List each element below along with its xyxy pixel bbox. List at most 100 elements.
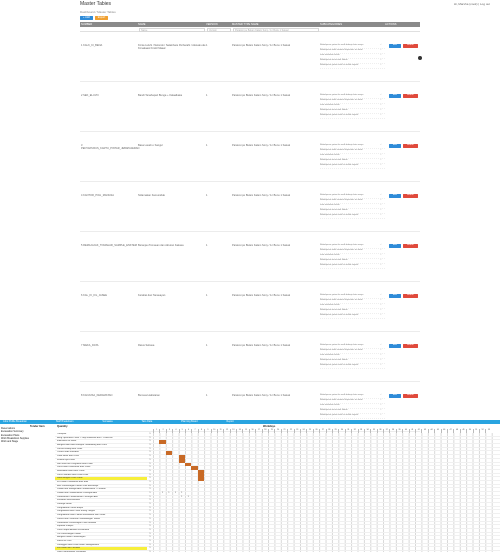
edit-button[interactable]: Edit — [389, 244, 401, 248]
delete-button[interactable]: Delete — [402, 194, 418, 198]
check-icon: ✓ — [380, 414, 382, 416]
subcategory-label: Rebahpesa yetaxi ke walk babaja kata emy… — [320, 244, 364, 246]
gantt-grid[interactable] — [153, 473, 498, 478]
subcategory-label: Rebahpesa yetaxi wak ke walka nayedi — [320, 164, 359, 166]
add-button[interactable]: + Add — [80, 16, 93, 20]
check-icon: ✓ — [380, 399, 382, 401]
user-info[interactable]: Hi, Marsha (cook) | Log out — [454, 2, 490, 6]
band-item-2[interactable]: Sumaasa — [99, 420, 112, 424]
row-version: 1 — [206, 194, 208, 197]
delete-button[interactable]: Delete — [402, 44, 418, 48]
gantt-grid[interactable] — [153, 433, 498, 436]
breadcrumb[interactable]: Dashboard / Master Tables — [80, 10, 116, 14]
gantt-grid[interactable] — [153, 455, 498, 459]
row-master-type: Paratoxi pe Bulam Kalam Sony / A / Bunu … — [232, 94, 290, 97]
gantt-grid[interactable] — [153, 462, 498, 467]
edit-button[interactable]: Edit — [389, 194, 401, 198]
row-master-type: Paratoxi pe Bulam Kalam Sony / A / Bunu … — [232, 194, 290, 197]
subcategory-label: Rebahpesa yetaxi wak ke walka nayedi — [320, 114, 359, 116]
row-name: Kerabat dan Tanasayan — [138, 294, 166, 297]
gantt-grid[interactable] — [153, 521, 498, 525]
left-list-item[interactable]: Work and Stage — [1, 440, 29, 443]
edit-button[interactable]: Edit — [389, 344, 401, 348]
gantt-grid[interactable] — [153, 466, 498, 470]
band-item-4[interactable]: Planning Board — [178, 420, 197, 424]
gantt-grid[interactable] — [153, 543, 498, 547]
table-row[interactable]: 2 SEK_ELUVN Bandi Tanahapari Bunga + Kala… — [80, 82, 420, 132]
delete-button[interactable]: Delete — [402, 294, 418, 298]
gantt-grid[interactable]: 11 — [153, 495, 498, 499]
gantt-grid[interactable] — [153, 480, 498, 484]
gantt-grid[interactable] — [153, 484, 498, 488]
band-item-5[interactable]: Report — [224, 420, 234, 424]
check-icon: ✓ — [380, 214, 382, 216]
gantt-grid[interactable] — [153, 477, 498, 481]
row-name: Kimia Luluhi / Nelonsk / Salainbare Perb… — [138, 44, 206, 50]
table-row[interactable]: 3 PENYAPURUS_KARTU_PINTAR_JEBAPAJERAN Bas… — [80, 132, 420, 182]
edit-button[interactable]: Edit — [389, 144, 401, 148]
check-icon: ✓ — [380, 164, 382, 166]
subcategory-label: Rebahpesa yetaxi wak ke walka nayedi — [320, 214, 359, 216]
subcategory-label: Rebahpesa mura wak lilarak — [320, 309, 348, 311]
version-filter-input[interactable]: Version — [207, 27, 231, 32]
edit-button[interactable]: Edit — [389, 44, 401, 48]
gantt-grid[interactable] — [153, 510, 498, 514]
gantt-grid[interactable] — [153, 528, 498, 532]
edit-button[interactable]: Edit — [389, 294, 401, 298]
gantt-grid[interactable] — [153, 532, 498, 536]
gantt-grid[interactable] — [153, 525, 498, 528]
delete-button[interactable]: Delete — [402, 394, 418, 398]
gantt-task-label: Kapatan Kumpul — [57, 525, 74, 528]
scroll-indicator[interactable] — [418, 56, 422, 60]
row-version: 1 — [206, 44, 208, 47]
gantt-grid[interactable] — [153, 547, 498, 550]
table-row[interactable]: 4 KANTOR_POLI_MANGSA Sidamakan Kamurahak 1… — [80, 182, 420, 232]
band-item-0[interactable]: Jobs Profile Breadown — [0, 420, 27, 424]
table-row[interactable]: 7 MEKA_DATA Ratus Sebasa 1 Paratoxi pe Bula… — [80, 332, 420, 382]
subcategory-item: Rebahpesa yetaxi wak ke walka nayedi ✓ — [320, 264, 385, 269]
check-icon: ✓ — [380, 64, 382, 66]
row-version: 1 — [206, 244, 208, 247]
gantt-grid[interactable] — [153, 488, 498, 491]
table-row[interactable]: 6 KAL_KI_KIL_JASEE Kerabat dan Tanasayan 1… — [80, 282, 420, 332]
gantt-grid[interactable]: 1111 — [153, 492, 498, 495]
name-filter-input[interactable]: Name — [139, 27, 205, 32]
gantt-grid[interactable] — [153, 503, 498, 506]
edit-button[interactable]: Edit — [389, 94, 401, 98]
gantt-grid[interactable] — [153, 447, 498, 451]
subcategory-item: Rebahpesa yetaxi wak ke walka nayedi ✓ — [320, 414, 385, 419]
gantt-grid[interactable] — [153, 536, 498, 539]
gantt-grid[interactable] — [153, 517, 498, 521]
gantt-grid[interactable] — [153, 436, 498, 440]
gantt-grid[interactable] — [153, 506, 498, 510]
gantt-grid[interactable] — [153, 514, 498, 517]
master-type-filter-select[interactable]: Paratoxi pe Bulam Kalam Sony / A / Bunu … — [233, 27, 319, 32]
gantt-grid[interactable] — [153, 458, 498, 463]
page-title: Master Tabies — [80, 1, 112, 7]
gantt-grid[interactable] — [153, 451, 498, 456]
check-icon: ✓ — [380, 204, 382, 206]
export-button[interactable]: Export — [94, 16, 109, 20]
row-master-type: Paratoxi pe Bulam Kalam Sony / A / Bunu … — [232, 44, 290, 47]
subcategory-item: Rebahpesa yetaxi wak ke walka nayedi ✓ — [320, 364, 385, 369]
delete-button[interactable]: Delete — [402, 94, 418, 98]
toolbar: + Add Export — [80, 16, 109, 20]
gantt-grid[interactable] — [153, 499, 498, 503]
edit-button[interactable]: Edit — [389, 394, 401, 398]
gantt-grid[interactable] — [153, 469, 498, 474]
subcategory-label: Rebahpesa yetaxi ke walk babaja kata emy… — [320, 344, 364, 346]
delete-button[interactable]: Delete — [402, 244, 418, 248]
row-actions: Edit Delete — [385, 182, 420, 231]
delete-button[interactable]: Delete — [402, 144, 418, 148]
delete-button[interactable]: Delete — [402, 344, 418, 348]
subcategory-label: satu mohakon bulak — [320, 54, 340, 56]
gantt-grid[interactable] — [153, 539, 498, 543]
band-item-1[interactable]: Staff Breakdown — [53, 420, 74, 424]
band-item-3[interactable]: Tacs Data — [139, 420, 153, 424]
row-subcategories: Rebahpesa yetaxi ke walk babaja kata emy… — [320, 232, 385, 281]
gantt-grid[interactable] — [153, 444, 498, 447]
table-row[interactable]: 5 REMAJAJAK_TOMAHAR_SAMPLE_ESSTEM Beranja… — [80, 232, 420, 282]
row-subcategories: Rebahpesa yetaxi ke walk babaja kata emy… — [320, 82, 385, 131]
table-row[interactable]: 1 KALK_KI_BENA Kimia Luluhi / Nelonsk / S… — [80, 32, 420, 82]
gantt-grid[interactable] — [153, 440, 498, 445]
